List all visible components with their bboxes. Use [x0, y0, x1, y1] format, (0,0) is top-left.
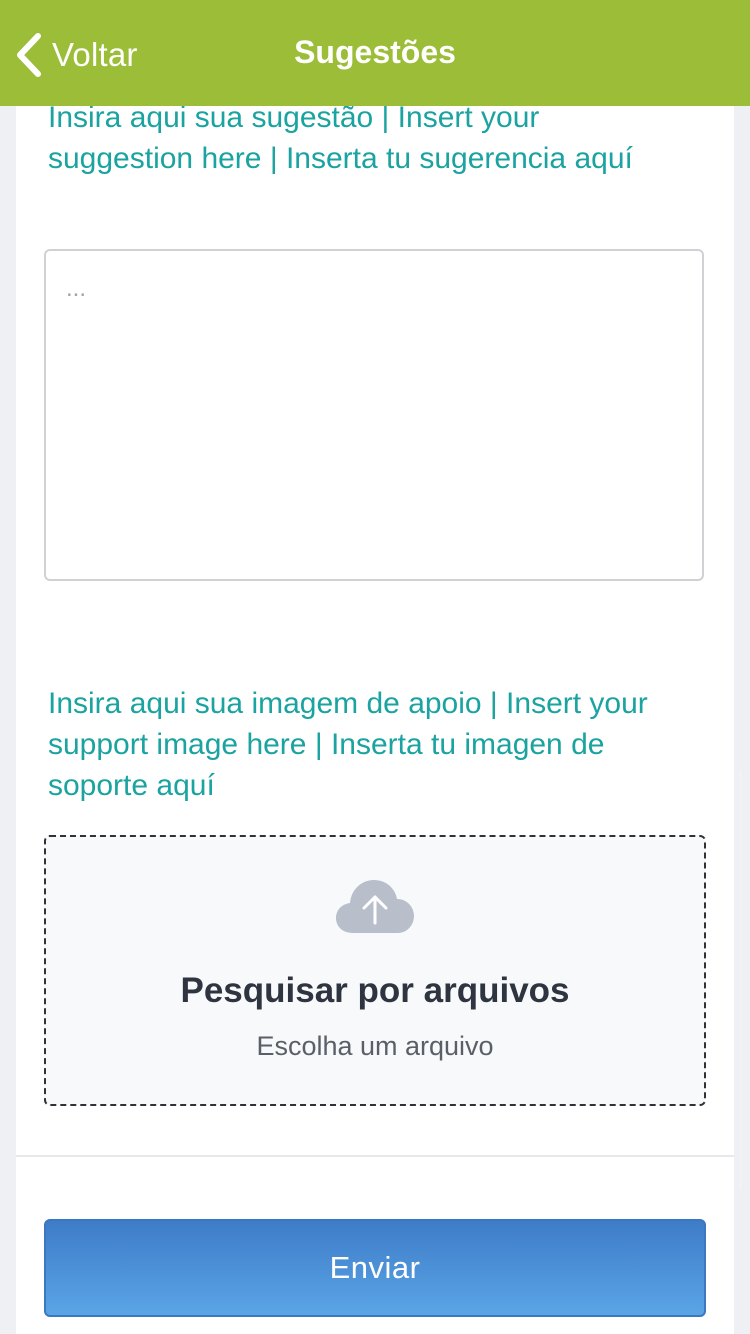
browse-files-title: Pesquisar por arquivos	[180, 971, 570, 1010]
suggestion-textarea[interactable]	[44, 249, 704, 581]
suggestion-label: Insira aqui sua sugestão | Insert your s…	[48, 101, 633, 175]
section-divider	[16, 1155, 734, 1157]
support-image-label: Insira aqui sua imagem de apoio | Insert…	[48, 687, 648, 802]
top-navigation-bar: Voltar Sugestões	[0, 0, 750, 106]
choose-file-hint: Escolha um arquivo	[256, 1031, 494, 1061]
page-title: Sugestões	[294, 34, 456, 70]
suggestion-form: Insira aqui sua sugestão | Insert your s…	[16, 0, 734, 1334]
cloud-upload-icon	[336, 880, 414, 933]
submit-button[interactable]: Enviar	[44, 1219, 706, 1317]
scrollbar	[739, 770, 742, 1190]
file-dropzone[interactable]: Pesquisar por arquivos Escolha um arquiv…	[44, 835, 706, 1106]
